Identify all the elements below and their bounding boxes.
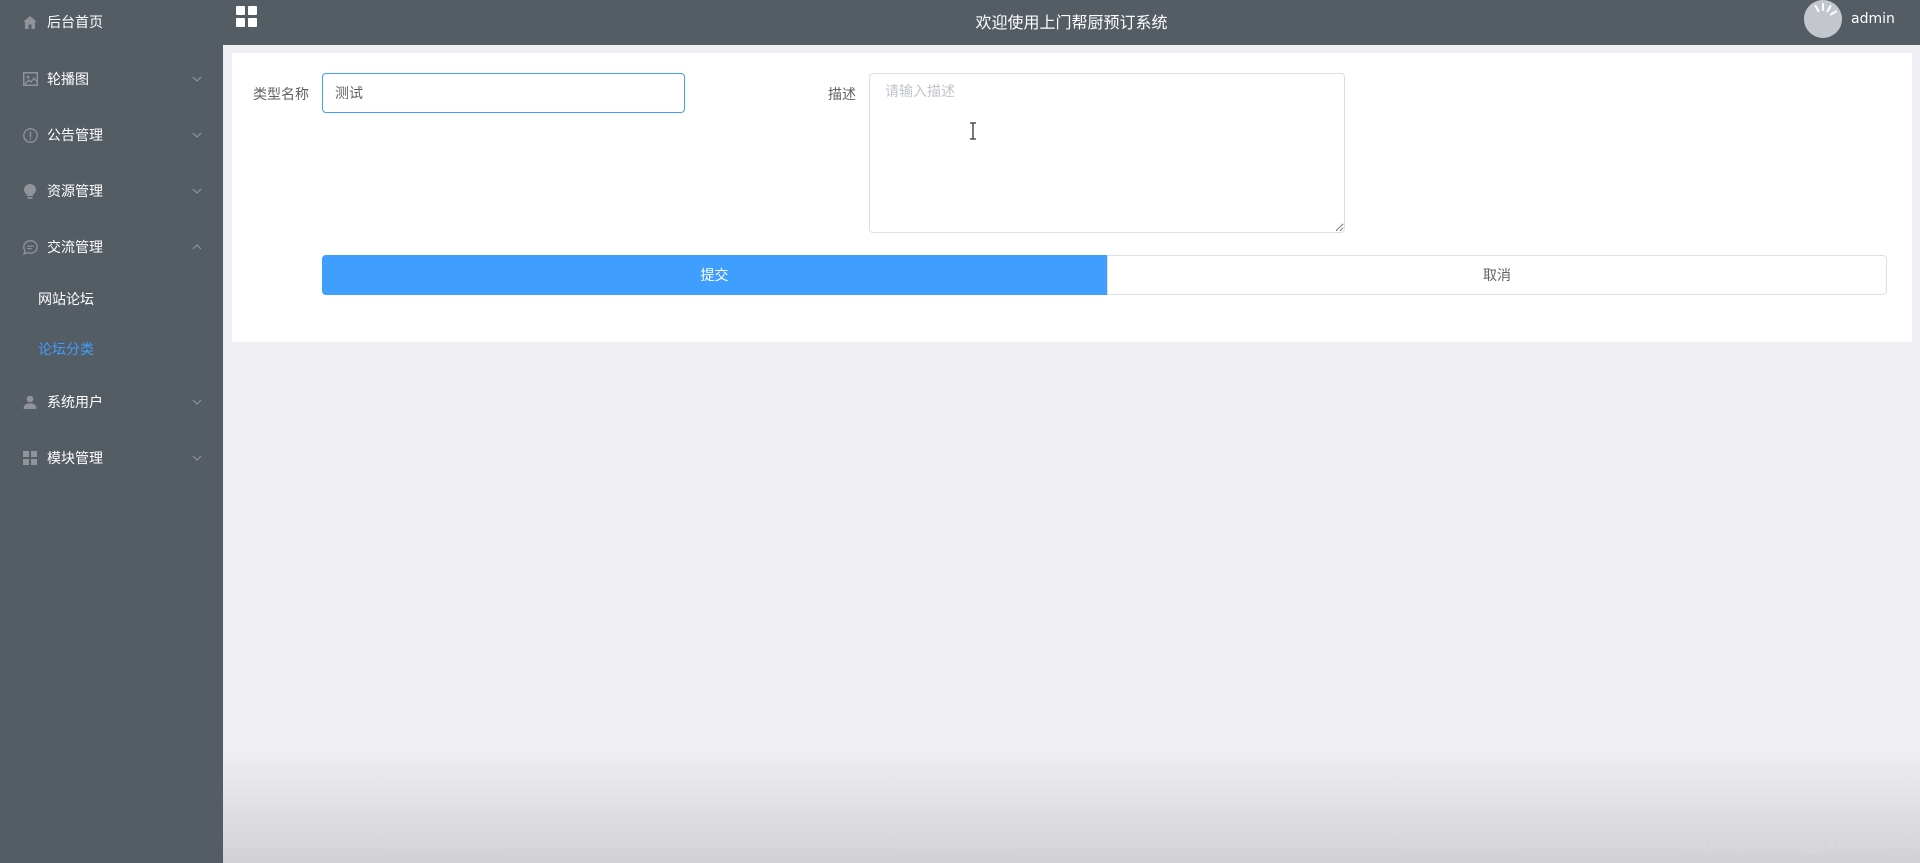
chevron-down-icon: [192, 188, 202, 194]
home-icon: [22, 14, 38, 30]
chevron-down-icon: [192, 399, 202, 405]
sidebar-item-label: 交流管理: [47, 240, 103, 256]
bottom-shade: [223, 750, 1920, 863]
type-name-input[interactable]: [322, 73, 685, 113]
grid-icon: [22, 450, 38, 466]
watermark: CSDN @weixin1_ZYKJ985: [1679, 834, 1886, 853]
type-name-label: 类型名称: [253, 87, 309, 103]
bulb-icon: [22, 183, 38, 199]
sidebar-subitem-label: 论坛分类: [38, 342, 94, 358]
chevron-down-icon: [192, 76, 202, 82]
chat-icon: [22, 239, 38, 255]
sidebar-item-modules[interactable]: 模块管理: [0, 430, 223, 486]
sidebar-item-home[interactable]: 后台首页: [0, 0, 223, 50]
sidebar-item-label: 轮播图: [47, 72, 89, 88]
sidebar-item-label: 公告管理: [47, 128, 103, 144]
chevron-down-icon: [192, 455, 202, 461]
submit-button[interactable]: 提交: [322, 255, 1107, 295]
sidebar-item-label: 资源管理: [47, 184, 103, 200]
top-header: 欢迎使用上门帮厨预订系统 admin: [223, 0, 1920, 45]
user-name[interactable]: admin: [1851, 11, 1895, 27]
sidebar-item-label: 后台首页: [47, 15, 103, 31]
sidebar-item-communication[interactable]: 交流管理: [0, 219, 223, 275]
cancel-button[interactable]: 取消: [1107, 255, 1887, 295]
description-textarea[interactable]: [869, 73, 1345, 233]
sidebar-item-resources[interactable]: 资源管理: [0, 163, 223, 219]
sidebar-subitem-forum[interactable]: 网站论坛: [0, 274, 223, 324]
sidebar-item-label: 系统用户: [47, 395, 103, 411]
sidebar-item-announcement[interactable]: 公告管理: [0, 107, 223, 163]
avatar[interactable]: [1804, 0, 1842, 38]
sidebar-item-label: 模块管理: [47, 451, 103, 467]
sidebar-item-carousel[interactable]: 轮播图: [0, 51, 223, 107]
chevron-down-icon: [192, 132, 202, 138]
sidebar-subitem-label: 网站论坛: [38, 292, 94, 308]
image-icon: [22, 71, 38, 87]
sidebar: 后台首页 轮播图 公告管理 资源管理 交流管理 网站论坛 论坛分类 系统用户 模…: [0, 0, 223, 863]
info-icon: [22, 127, 38, 143]
sidebar-item-system-users[interactable]: 系统用户: [0, 374, 223, 430]
description-label: 描述: [828, 87, 856, 103]
user-icon: [22, 394, 38, 410]
page-title: 欢迎使用上门帮厨预订系统: [975, 13, 1168, 32]
text-cursor-icon: [970, 122, 976, 140]
chevron-up-icon: [192, 244, 202, 250]
sidebar-subitem-forum-category[interactable]: 论坛分类: [0, 324, 223, 374]
